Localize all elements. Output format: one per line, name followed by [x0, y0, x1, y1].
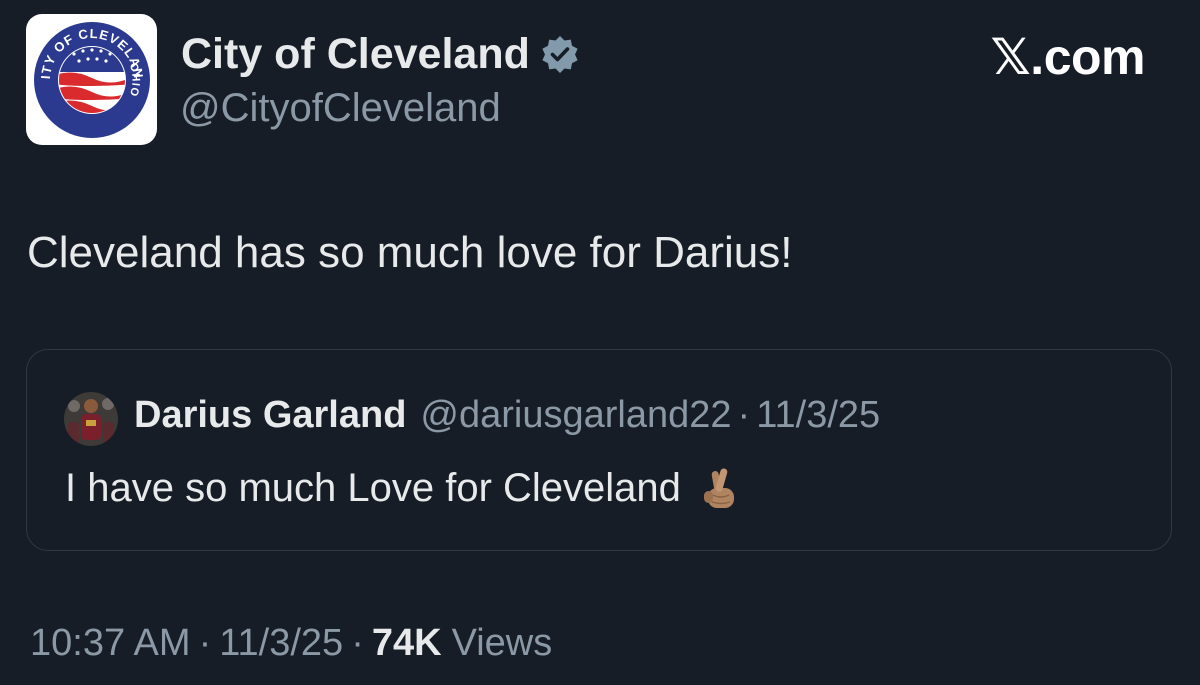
tweet-time[interactable]: 10:37 AM [30, 622, 191, 665]
quote-author-handle[interactable]: @dariusgarland22 [420, 394, 731, 437]
author-avatar[interactable]: CITY OF CLEVELAND OHIO [26, 14, 157, 145]
quote-text-row: I have so much Love for Cleveland [65, 465, 741, 511]
city-of-cleveland-seal-icon: CITY OF CLEVELAND OHIO [30, 18, 150, 138]
tweet-meta: 10:37 AM · 11/3/25 · 74K Views [30, 622, 552, 665]
separator-dot: · [351, 622, 364, 664]
views-label[interactable]: Views [452, 622, 553, 665]
x-com-logo: 𝕏.com [990, 29, 1146, 85]
verified-badge-icon[interactable] [540, 34, 580, 74]
tweet-date[interactable]: 11/3/25 [219, 622, 343, 665]
quoted-tweet-card[interactable]: Darius Garland @dariusgarland22 · 11/3/2… [26, 349, 1172, 551]
tweet-text: Cleveland has so much love for Darius! [27, 228, 793, 277]
separator-dot: · [737, 394, 751, 436]
quote-author-name[interactable]: Darius Garland [134, 394, 406, 437]
separator-dot: · [198, 622, 212, 664]
author-handle[interactable]: @CityofCleveland [180, 86, 501, 131]
quote-text: I have so much Love for Cleveland [65, 465, 681, 510]
quote-author-avatar[interactable] [64, 392, 118, 446]
author-display-name[interactable]: City of Cleveland [181, 30, 530, 79]
author-name-row: City of Cleveland [181, 29, 580, 79]
quote-header: Darius Garland @dariusgarland22 · 11/3/2… [134, 394, 880, 444]
darius-garland-avatar-icon [64, 392, 118, 446]
views-count[interactable]: 74K [372, 622, 442, 665]
crossed-fingers-emoji-icon [699, 465, 741, 511]
quote-date[interactable]: 11/3/25 [756, 394, 880, 437]
